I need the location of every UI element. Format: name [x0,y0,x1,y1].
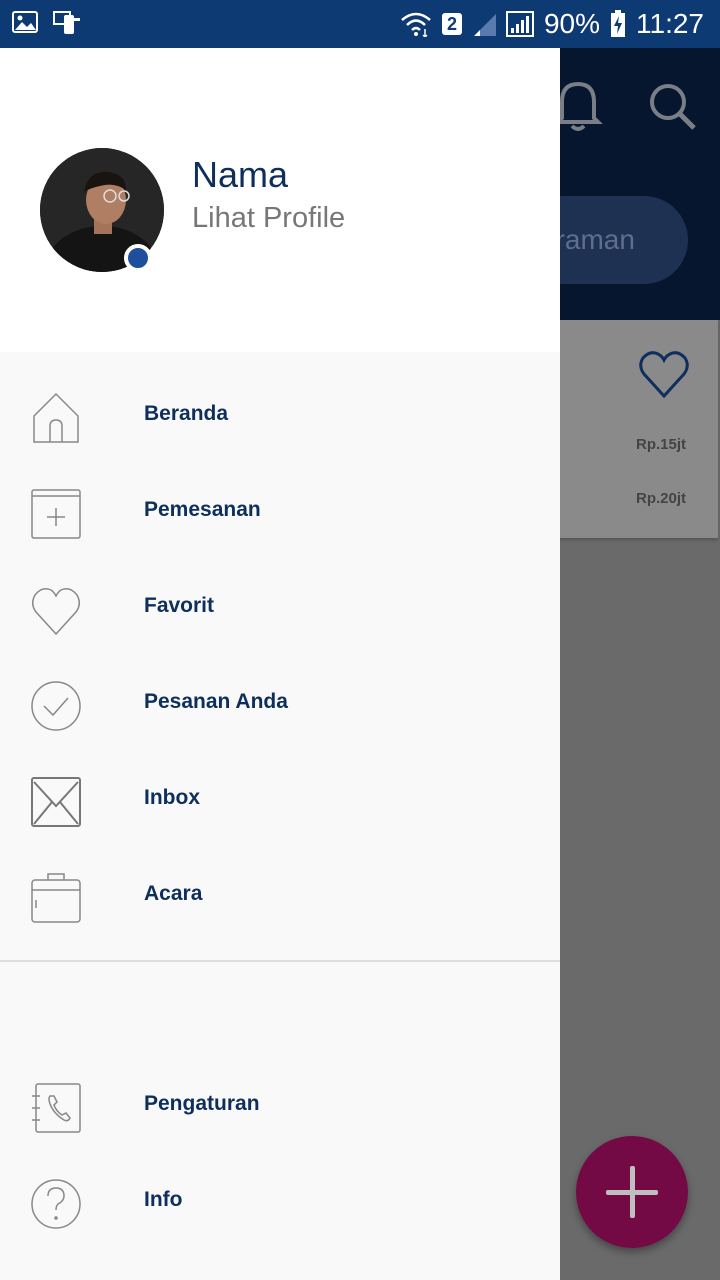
gallery-icon [12,10,38,36]
phone-book-icon [30,1082,82,1134]
menu-item-pesanan-anda[interactable]: Pesanan Anda [0,656,560,752]
menu-label: Info [144,1188,183,1211]
menu-label: Acara [144,882,203,905]
menu-label: Favorit [144,594,215,617]
drawer-header[interactable]: Nama Lihat Profile [0,48,560,352]
menu-item-favorit[interactable]: Favorit [0,560,560,656]
online-status-dot [124,244,152,272]
menu-item-beranda[interactable]: Beranda [0,368,560,464]
battery-percent: 90% [543,8,600,39]
search-icon[interactable] [644,78,700,139]
sim-badge: 2 [441,13,462,35]
clock: 11:27 [636,8,704,39]
menu-divider [0,960,560,962]
briefcase-icon [30,872,82,924]
menu-item-pengaturan[interactable]: Pengaturan [0,1058,560,1154]
heart-icon [30,584,82,636]
menu-item-inbox[interactable]: Inbox [0,752,560,848]
wifi-icon [400,11,432,37]
status-bar: 2 90% 11:27 [0,0,720,48]
battery-charging-icon [610,10,626,38]
menu-label: Pengaturan [144,1092,260,1115]
question-icon [30,1178,82,1230]
add-fab-button[interactable] [576,1136,688,1248]
menu-label: Pesanan Anda [144,690,288,713]
menu-item-info[interactable]: Info [0,1154,560,1250]
home-icon [30,392,82,444]
view-profile-link[interactable]: Lihat Profile [192,202,345,235]
price-label: Rp.15jt [635,436,686,453]
menu-label: Beranda [144,402,229,425]
check-circle-icon [30,680,82,732]
favorite-heart-icon[interactable] [638,348,690,405]
profile-name: Nama [192,154,289,195]
screen-mirror-icon [52,10,82,36]
envelope-icon [30,776,82,828]
signal-weak-icon [472,12,496,36]
navigation-drawer: Nama Lihat Profile Beranda Pemesanan Fav… [0,48,560,1280]
add-booking-icon [30,488,82,540]
menu-label: Inbox [144,786,200,809]
signal-full-icon [505,11,534,37]
menu-label: Pemesanan [144,498,261,521]
menu-item-pemesanan[interactable]: Pemesanan [0,464,560,560]
price-label: Rp.20jt [635,490,686,507]
menu-item-acara[interactable]: Acara [0,848,560,944]
